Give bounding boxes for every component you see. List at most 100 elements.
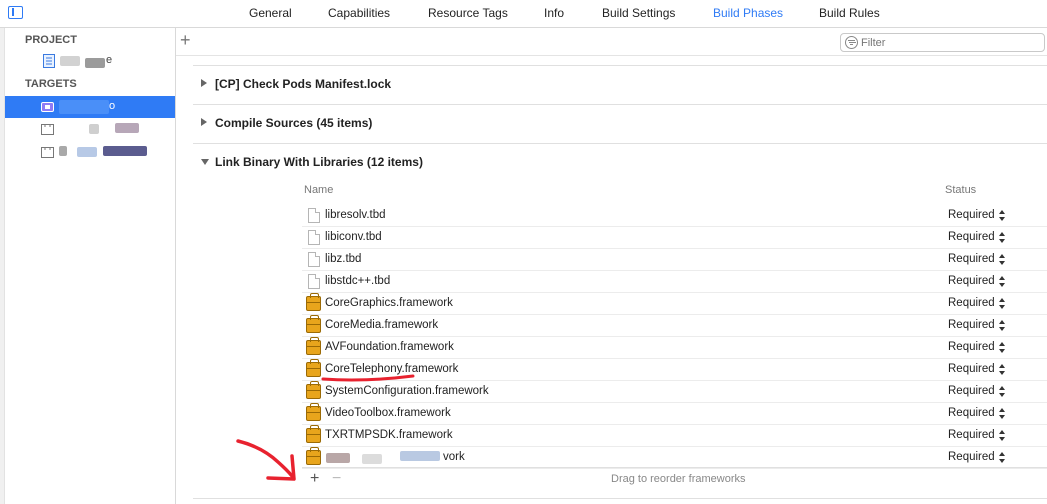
updown-chevron-icon[interactable] xyxy=(999,341,1007,355)
target-item[interactable] xyxy=(5,141,175,163)
redacted-text xyxy=(400,451,440,461)
column-header-name[interactable]: Name xyxy=(304,184,333,196)
phase-link-binary-with-libraries[interactable]: Link Binary With Libraries (12 items) xyxy=(193,143,1047,181)
updown-chevron-icon[interactable] xyxy=(999,253,1007,267)
tab-build-rules[interactable]: Build Rules xyxy=(819,6,880,20)
add-framework-button[interactable]: + xyxy=(310,470,319,488)
redacted-text xyxy=(362,454,382,464)
updown-chevron-icon[interactable] xyxy=(999,231,1007,245)
add-build-phase-button[interactable]: + xyxy=(180,30,191,50)
library-row[interactable]: TXRTMPSDK.framework Required xyxy=(302,425,1047,447)
library-table-footer: + − Drag to reorder frameworks xyxy=(302,467,1047,491)
library-name: AVFoundation.framework xyxy=(325,341,454,353)
remove-framework-button[interactable]: − xyxy=(332,470,341,488)
updown-chevron-icon[interactable] xyxy=(999,319,1007,333)
redacted-text xyxy=(103,146,147,156)
project-item[interactable]: e xyxy=(5,50,175,72)
target-item-selected[interactable]: o xyxy=(5,96,175,118)
redacted-text xyxy=(115,123,139,133)
framework-icon xyxy=(306,403,321,421)
tab-build-phases[interactable]: Build Phases xyxy=(713,6,783,20)
library-name: CoreTelephony.framework xyxy=(325,363,459,375)
updown-chevron-icon[interactable] xyxy=(999,407,1007,421)
phase-check-pods-manifest[interactable]: [CP] Check Pods Manifest.lock xyxy=(193,65,1047,103)
library-row[interactable]: vork Required xyxy=(302,447,1047,469)
library-name: CoreMedia.framework xyxy=(325,319,439,331)
status-popup[interactable]: Required xyxy=(948,341,995,353)
status-popup[interactable]: Required xyxy=(948,297,995,309)
redacted-text xyxy=(326,453,350,463)
library-row[interactable]: SystemConfiguration.framework Required xyxy=(302,381,1047,403)
library-name: libz.tbd xyxy=(325,253,362,265)
reorder-hint: Drag to reorder frameworks xyxy=(611,473,746,485)
disclosure-triangle-icon[interactable] xyxy=(201,159,209,165)
filter-field[interactable] xyxy=(840,33,1045,52)
library-name: VideoToolbox.framework xyxy=(325,407,451,419)
tab-resource-tags[interactable]: Resource Tags xyxy=(428,6,508,20)
tab-info[interactable]: Info xyxy=(544,6,564,20)
disclosure-triangle-icon[interactable] xyxy=(201,118,207,126)
bundle-target-icon xyxy=(41,124,54,135)
framework-icon xyxy=(306,315,321,333)
status-popup[interactable]: Required xyxy=(948,209,995,221)
updown-chevron-icon[interactable] xyxy=(999,209,1007,223)
library-row[interactable]: libiconv.tbd Required xyxy=(302,227,1047,249)
status-popup[interactable]: Required xyxy=(948,429,995,441)
redacted-text xyxy=(89,124,99,134)
project-navigator: PROJECT e TARGETS o xyxy=(5,28,176,504)
library-name: libiconv.tbd xyxy=(325,231,382,243)
phase-title: [CP] Check Pods Manifest.lock xyxy=(215,77,392,91)
library-row[interactable]: libresolv.tbd Required xyxy=(302,205,1047,227)
library-row[interactable]: VideoToolbox.framework Required xyxy=(302,403,1047,425)
framework-icon xyxy=(306,293,321,311)
file-icon xyxy=(308,208,320,223)
library-row[interactable]: AVFoundation.framework Required xyxy=(302,337,1047,359)
phase-title: Link Binary With Libraries (12 items) xyxy=(215,155,423,169)
library-name: vork xyxy=(443,451,465,463)
library-row[interactable]: CoreMedia.framework Required xyxy=(302,315,1047,337)
phase-compile-sources[interactable]: Compile Sources (45 items) xyxy=(193,104,1047,142)
status-popup[interactable]: Required xyxy=(948,253,995,265)
library-row[interactable]: libstdc++.tbd Required xyxy=(302,271,1047,293)
status-popup[interactable]: Required xyxy=(948,319,995,331)
status-popup[interactable]: Required xyxy=(948,451,995,463)
status-popup[interactable]: Required xyxy=(948,407,995,419)
status-popup[interactable]: Required xyxy=(948,275,995,287)
disclosure-triangle-icon[interactable] xyxy=(201,79,207,87)
redacted-text xyxy=(59,100,109,114)
status-popup[interactable]: Required xyxy=(948,231,995,243)
library-name: SystemConfiguration.framework xyxy=(325,385,489,397)
updown-chevron-icon[interactable] xyxy=(999,451,1007,465)
column-header-status[interactable]: Status xyxy=(945,184,976,196)
updown-chevron-icon[interactable] xyxy=(999,363,1007,377)
tab-build-settings[interactable]: Build Settings xyxy=(602,6,675,20)
file-icon xyxy=(308,274,320,289)
project-name-fragment: e xyxy=(106,54,113,66)
library-row[interactable]: CoreGraphics.framework Required xyxy=(302,293,1047,315)
status-popup[interactable]: Required xyxy=(948,363,995,375)
library-row[interactable]: libz.tbd Required xyxy=(302,249,1047,271)
framework-icon xyxy=(306,447,321,465)
updown-chevron-icon[interactable] xyxy=(999,275,1007,289)
library-row[interactable]: CoreTelephony.framework Required xyxy=(302,359,1047,381)
tab-capabilities[interactable]: Capabilities xyxy=(328,6,390,20)
updown-chevron-icon[interactable] xyxy=(999,385,1007,399)
library-name: libstdc++.tbd xyxy=(325,275,391,287)
status-popup[interactable]: Required xyxy=(948,385,995,397)
redacted-text xyxy=(60,56,80,66)
target-item[interactable] xyxy=(5,118,175,140)
editor-tab-bar: General Capabilities Resource Tags Info … xyxy=(0,0,1047,28)
updown-chevron-icon[interactable] xyxy=(999,297,1007,311)
target-name-fragment: o xyxy=(109,100,116,112)
library-name: CoreGraphics.framework xyxy=(325,297,453,309)
library-name: TXRTMPSDK.framework xyxy=(325,429,453,441)
updown-chevron-icon[interactable] xyxy=(999,429,1007,443)
tab-general[interactable]: General xyxy=(249,6,292,20)
filter-input[interactable] xyxy=(861,35,1041,50)
navigator-toggle-icon[interactable] xyxy=(8,6,23,19)
file-icon xyxy=(308,230,320,245)
framework-icon xyxy=(306,359,321,377)
editor-toolbar: + xyxy=(176,28,1047,56)
app-target-icon xyxy=(41,102,54,112)
targets-section-header: TARGETS xyxy=(25,78,77,90)
